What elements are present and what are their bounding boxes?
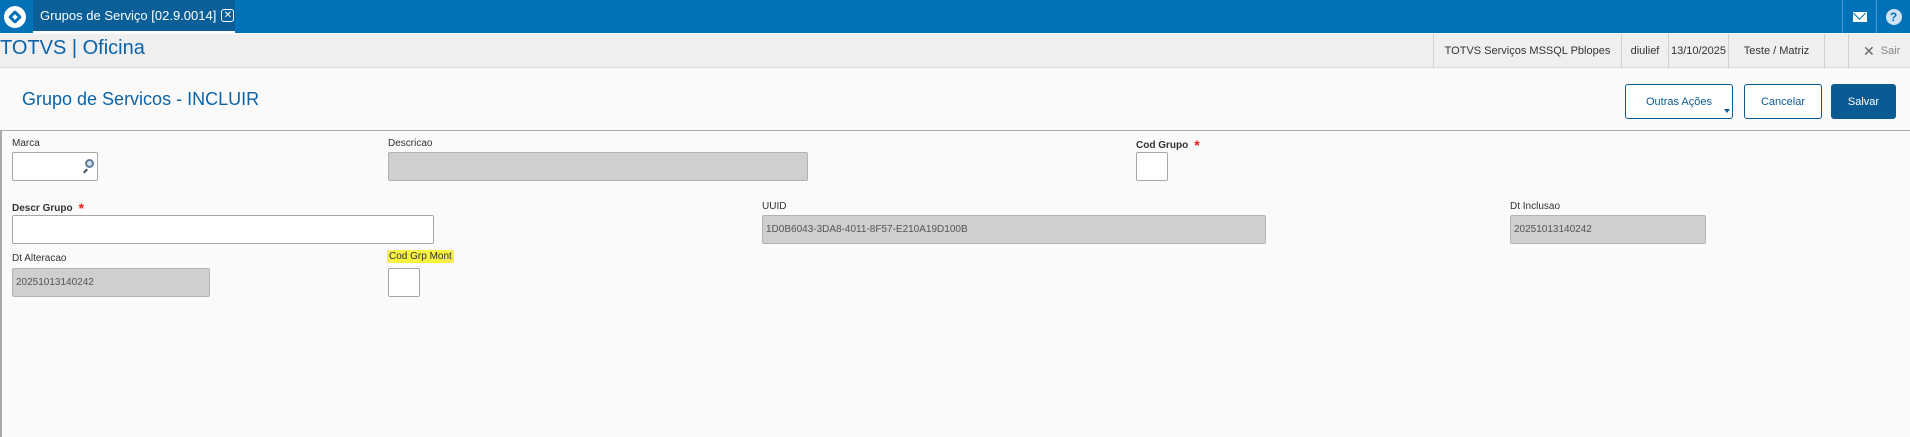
save-button[interactable]: Salvar <box>1831 84 1896 119</box>
cod-grp-mont-label-text: Cod Grp Mont <box>387 250 454 263</box>
required-marker: * <box>1194 137 1200 153</box>
marca-input[interactable] <box>12 152 98 181</box>
required-marker: * <box>78 200 85 216</box>
cod-grp-mont-label: Cod Grp Mont <box>387 250 454 263</box>
app-bar: TOTVS | Oficina TOTVS Serviços MSSQL Pbl… <box>0 34 1910 68</box>
uuid-field: 1D0B6043-3DA8-4011-8F57-E210A19D100B <box>762 215 1266 244</box>
logout-button[interactable]: ✕ Sair <box>1848 34 1910 68</box>
environment-info[interactable]: TOTVS Serviços MSSQL Pblopes <box>1433 34 1621 68</box>
more-actions-button[interactable]: Outras Ações <box>1625 84 1733 119</box>
user-info[interactable]: diulief <box>1621 34 1668 68</box>
chevron-down-icon <box>1724 109 1730 113</box>
page-header: Grupo de Servicos - INCLUIR Outras Ações… <box>0 69 1910 131</box>
date-info[interactable]: 13/10/2025 <box>1668 34 1728 68</box>
more-actions-label: Outras Ações <box>1645 95 1713 108</box>
help-icon: ? <box>1885 8 1902 25</box>
mail-button[interactable] <box>1842 0 1876 33</box>
close-icon[interactable]: ✕ <box>221 9 235 22</box>
help-button[interactable]: ? <box>1876 0 1910 33</box>
form-area: Marca Descricao Cod Grupo * Descr Grupo * … <box>0 131 1910 437</box>
search-icon[interactable] <box>82 159 94 174</box>
uuid-label: UUID <box>762 201 787 212</box>
logo-icon[interactable] <box>0 0 30 33</box>
cancel-button[interactable]: Cancelar <box>1744 84 1822 119</box>
descr-grupo-label-text: Descr Grupo <box>12 203 73 214</box>
top-bar: Grupos de Serviço [02.9.0014] ✕ ? <box>0 0 1910 33</box>
descr-grupo-input[interactable] <box>12 215 434 244</box>
descricao-field <box>388 152 808 181</box>
tab-grupos-de-servico[interactable]: Grupos de Serviço [02.9.0014] ✕ <box>33 0 235 33</box>
cod-grupo-input[interactable] <box>1136 152 1168 181</box>
dt-inclusao-label: Dt Inclusao <box>1510 201 1561 212</box>
page-title: Grupo de Servicos - INCLUIR <box>22 89 260 109</box>
close-icon: ✕ <box>1863 42 1875 59</box>
dt-alteracao-field: 20251013140242 <box>12 268 210 297</box>
tab-title: Grupos de Serviço [02.9.0014] <box>40 8 217 23</box>
descr-grupo-label: Descr Grupo * <box>12 198 85 216</box>
cod-grupo-label: Cod Grupo * <box>1136 135 1200 153</box>
cod-grp-mont-input[interactable] <box>388 268 420 297</box>
dt-alteracao-label: Dt Alteracao <box>12 253 67 264</box>
cod-grupo-label-text: Cod Grupo <box>1136 140 1189 151</box>
marca-label: Marca <box>12 138 40 149</box>
app-title: TOTVS | Oficina <box>0 37 145 59</box>
descricao-label: Descricao <box>388 138 433 149</box>
dt-inclusao-field: 20251013140242 <box>1510 215 1706 244</box>
mail-icon <box>1852 11 1867 22</box>
logout-label: Sair <box>1880 45 1901 57</box>
branch-info[interactable]: Teste / Matriz <box>1728 34 1825 68</box>
